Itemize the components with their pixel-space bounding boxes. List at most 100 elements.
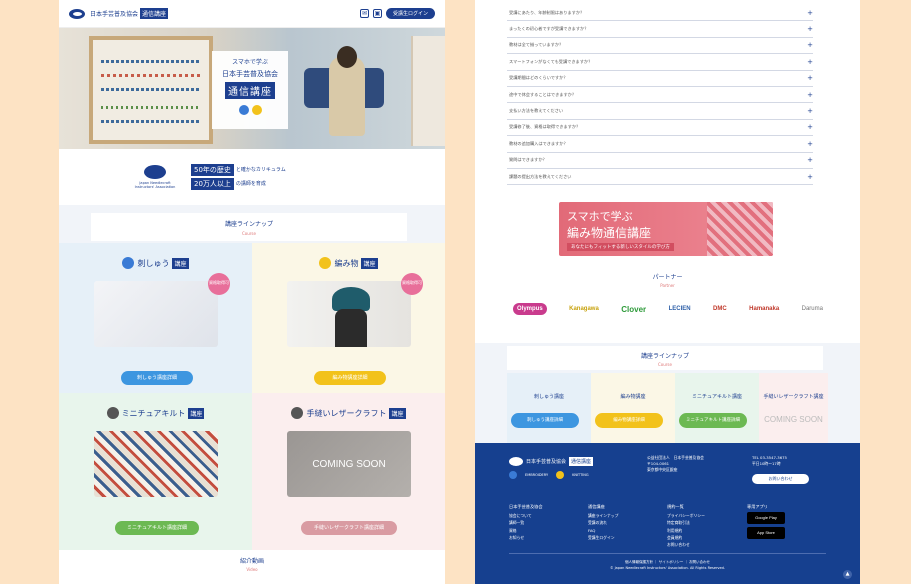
plus-icon[interactable]: + <box>807 173 813 181</box>
mini-course-name: 手縫いレザークラフト講座 <box>763 394 824 400</box>
partner-title-block: パートナー Partner <box>475 272 860 288</box>
embroidery-image <box>94 281 218 347</box>
mini-knitting-button[interactable]: 編み物講座詳細 <box>595 413 663 428</box>
hair <box>335 309 367 347</box>
footer-link[interactable]: 講座ラインナップ <box>588 512 618 519</box>
faq-item[interactable]: まったくの初心者ですが受講できますか？ + <box>507 21 813 38</box>
faq-question: スマートフォンがなくても受講できますか？ <box>509 58 593 64</box>
mini-course-knitting: 編み物講座 編み物講座詳細 <box>591 373 675 443</box>
cart-icon[interactable]: ▣ <box>372 9 382 18</box>
knitting-detail-button[interactable]: 編み物講座詳細 <box>314 371 386 385</box>
partner-logo[interactable]: Clover <box>621 305 646 314</box>
faq-item[interactable]: 途中で休会することはできますか？ + <box>507 87 813 104</box>
coming-soon-text: COMING SOON <box>312 458 386 470</box>
footer-link[interactable]: 講師一覧 <box>509 519 543 526</box>
login-button[interactable]: 受講生ログイン <box>385 8 435 19</box>
history-section: Japan Needlecraft Instructors' Associati… <box>59 149 445 204</box>
partner-logo[interactable]: LECIEN <box>669 306 691 312</box>
footer-link[interactable]: 資格 <box>509 527 543 534</box>
footer-link[interactable]: お知らせ <box>509 534 543 541</box>
footer-link[interactable]: 会員規約 <box>667 534 705 541</box>
leather-detail-button[interactable]: 手縫いレザークラフト講座詳細 <box>301 521 397 535</box>
logo-badge: 通信講座 <box>140 8 169 19</box>
lineup-sub: Course <box>242 231 256 236</box>
video-sub: Video <box>246 567 258 572</box>
crochet-image <box>707 202 773 256</box>
plus-icon[interactable]: + <box>807 41 813 49</box>
footer-link[interactable]: 協会について <box>509 512 543 519</box>
footer-link[interactable]: プライバシーポリシー <box>667 512 705 519</box>
mini-quilt-button[interactable]: ミニチュアキルト講座詳細 <box>679 413 747 428</box>
mini-embroidery-button[interactable]: 刺しゅう講座詳細 <box>511 413 579 428</box>
faq-item[interactable]: スマートフォンがなくても受講できますか？ + <box>507 54 813 71</box>
partner-logo[interactable]: DMC <box>713 306 727 312</box>
faq-item[interactable]: 受講期間はどのくらいですか？ + <box>507 71 813 87</box>
faq-item[interactable]: 教材は全て揃っていますか？ + <box>507 38 813 55</box>
google-play-button[interactable]: Google Play <box>747 512 785 525</box>
embroidery-badge-icon <box>238 105 249 115</box>
footer-link[interactable]: 特定商取引法 <box>667 519 705 526</box>
faq-item[interactable]: 受講にあたり、年齢制限はありますか？ + <box>507 5 813 22</box>
hero-line2: 日本手芸普及協会 <box>222 70 278 78</box>
partner-title: パートナー <box>652 274 683 281</box>
footer-link[interactable]: 受講生ログイン <box>588 534 618 541</box>
partner-logo[interactable]: Olympus <box>513 303 547 315</box>
footer-divider <box>509 553 826 554</box>
plus-icon[interactable]: + <box>807 140 813 148</box>
shelf-image <box>411 36 445 146</box>
plus-icon[interactable]: + <box>807 74 813 82</box>
app-store-button[interactable]: App Store <box>747 527 785 540</box>
quilt-image <box>94 431 218 497</box>
plus-icon[interactable]: + <box>807 156 813 164</box>
footer-link[interactable]: FAQ <box>588 527 618 534</box>
footer-link[interactable]: 受講の流れ <box>588 519 618 526</box>
faq-item[interactable]: 課題の提出方法を教えてください + <box>507 169 813 186</box>
logo-icon[interactable] <box>69 8 85 19</box>
hero-line3: 通信講座 <box>225 82 275 99</box>
plus-icon[interactable]: + <box>807 58 813 66</box>
plus-icon[interactable]: + <box>807 9 813 17</box>
course-knitting: 編み物 講座 資格取得可 編み物講座詳細 <box>252 243 445 415</box>
partner-logo[interactable]: Daruma <box>802 306 823 312</box>
plus-icon[interactable]: + <box>807 123 813 131</box>
footer-link[interactable]: 利用規約 <box>667 527 705 534</box>
embroidery-circle-icon <box>509 471 517 479</box>
partner-logo[interactable]: Hamanaka <box>749 306 779 312</box>
course-miniature-quilt: ミニチュアキルト 講座 ミニチュアキルト講座詳細 <box>59 393 252 565</box>
address-line: 東京都中央区銀座 <box>647 467 678 472</box>
banner-line3: あなたにもフィットする新しいスタイルの学び方 <box>567 243 674 251</box>
video-section: 紹介動画 Video <box>59 550 445 584</box>
plus-icon[interactable]: + <box>807 107 813 115</box>
tel-line: 平日10時〜17時 <box>752 461 781 466</box>
faq-question: 教材は全て揃っていますか？ <box>509 42 564 48</box>
plus-icon[interactable]: + <box>807 91 813 99</box>
mail-icon[interactable]: ✉ <box>359 9 369 18</box>
embroidery-detail-button[interactable]: 刺しゅう講座詳細 <box>121 371 193 385</box>
footer-logo-text[interactable]: 日本手芸普及協会 <box>526 458 566 465</box>
knitting-circle-icon <box>556 471 565 479</box>
footer-contact-button[interactable]: お問い合わせ <box>752 474 809 484</box>
mini-lineup: 講座ラインナップ Course 刺しゅう講座 刺しゅう講座詳細 編み物講座 編み… <box>475 343 860 443</box>
footer-sub-2: KNITTING <box>572 473 589 477</box>
course-name: 手縫いレザークラフト <box>306 408 387 418</box>
partner-logo[interactable]: Kanagawa <box>569 306 599 312</box>
mini-course-leather: 手縫いレザークラフト講座 COMING SOON <box>759 373 828 443</box>
hero-line1: スマホで学ぶ <box>232 59 268 66</box>
mini-course-embroidery: 刺しゅう講座 刺しゅう講座詳細 <box>507 373 591 443</box>
faq-item[interactable]: 教材の追加購入はできますか？ + <box>507 136 813 153</box>
plus-icon[interactable]: + <box>807 25 813 33</box>
history-badge-2: 20万人以上 <box>191 177 234 190</box>
footer-link[interactable]: お問い合わせ <box>667 541 705 548</box>
partner-logos: Olympus Kanagawa Clover LECIEN DMC Haman… <box>513 303 823 315</box>
quilt-detail-button[interactable]: ミニチュアキルト講座詳細 <box>115 521 199 535</box>
faq-item[interactable]: 支払い方法を教えてください + <box>507 103 813 120</box>
association-logo-icon <box>144 164 166 179</box>
knitting-course-banner[interactable]: スマホで学ぶ 編み物通信講座 あなたにもフィットする新しいスタイルの学び方 <box>559 202 773 256</box>
faq-item[interactable]: 質問はできますか？ + <box>507 153 813 169</box>
scroll-top-icon[interactable]: ▲ <box>843 570 852 579</box>
footer-col-4: 専用アプリ Google Play App Store <box>747 503 785 542</box>
footer-logo-icon[interactable] <box>509 457 523 466</box>
faq-item[interactable]: 受講修了後、資格は取得できますか？ + <box>507 120 813 137</box>
logo-text[interactable]: 日本手芸普及協会 <box>90 9 138 18</box>
footer-col-title: 規約一覧 <box>667 504 684 509</box>
